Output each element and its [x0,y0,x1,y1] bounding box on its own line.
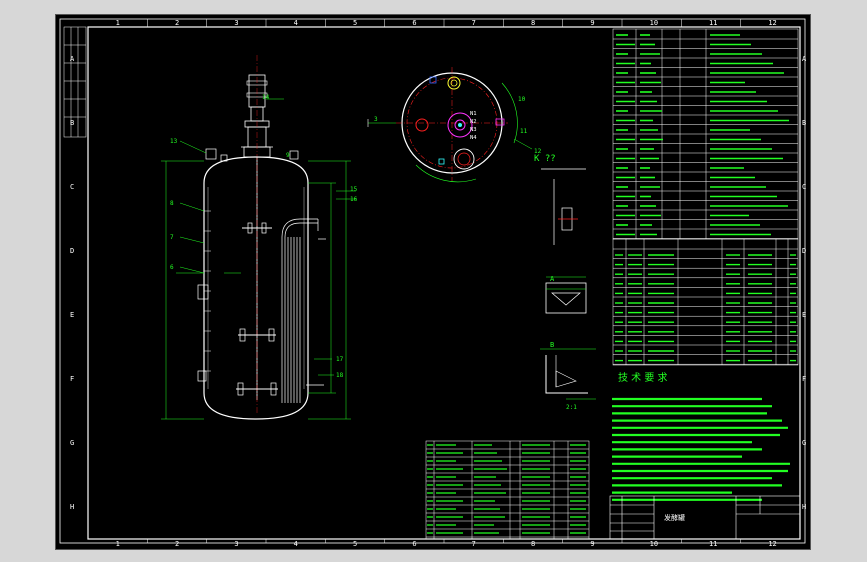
column-labels-bottom: 1 2 3 4 5 6 7 8 9 10 11 12 [116,539,777,548]
column-label: 3 [234,19,238,27]
callout-13: 13 [170,138,178,145]
column-label: 5 [353,540,357,548]
callout-7: 7 [170,234,174,241]
callout-n4: N4 [470,135,477,141]
callout-n3: N3 [470,127,477,133]
column-label: 1 [116,540,120,548]
column-label: 11 [709,19,717,27]
column-labels-top: 1 2 3 4 5 6 7 8 9 10 11 12 [116,19,777,27]
row-label: F [802,375,806,383]
drawing-title: 发酵罐 [664,513,685,522]
column-label: 6 [412,540,416,548]
column-label: 10 [650,19,658,27]
column-label: 2 [175,540,179,548]
title-block [609,495,801,540]
cad-viewport[interactable]: 1 2 3 4 5 6 7 8 9 10 11 12 1 2 3 4 5 6 7 8 9 10 11 12 ABCDEFGH… [55,14,811,550]
callout-n2: N2 [470,119,477,125]
column-label: 3 [234,540,238,548]
k-view-label: K ?? [534,154,556,164]
drawing-canvas: 1 2 3 4 5 6 7 8 9 10 11 12 1 2 3 4 5 6 7 8 9 10 11 12 ABCDEFGH… [59,18,807,548]
row-label: C [70,183,74,191]
column-label: 7 [472,19,476,27]
section-b-detail [540,348,596,400]
callout-17: 17 [336,356,344,363]
column-label: 8 [531,540,535,548]
k-view-detail [541,168,586,245]
column-label: 12 [768,540,776,548]
tech-requirements [612,397,790,501]
row-label: H [70,503,74,511]
callout-8: 8 [170,200,174,207]
left-title-strip [63,26,87,138]
column-label: 5 [353,19,357,27]
section-a-label: A [550,275,555,283]
row-label: E [70,311,74,319]
row-label: H [802,503,806,511]
callout-6: 6 [170,264,174,271]
column-label: 8 [531,19,535,27]
scale-label: 2:1 [566,404,577,411]
callout-3: 3 [374,116,378,123]
tech-heading: 技 术 要 求 [618,371,668,384]
callout-11: 11 [520,128,528,135]
column-label: 12 [768,19,776,27]
column-label: 2 [175,19,179,27]
row-label: G [70,439,74,447]
nozzle-table [612,238,799,366]
callout-16: 16 [350,196,358,203]
row-label: G [802,439,806,447]
column-label: 6 [412,19,416,27]
row-label: B [802,119,806,127]
callout-n1: N1 [470,111,477,117]
callout-9: 9 [286,152,290,159]
callout-14: 14 [262,94,270,101]
column-label: 11 [709,540,717,548]
row-label: D [70,247,74,255]
row-labels-right: A B C D E F G H [802,55,807,511]
column-label: 9 [590,19,594,27]
parts-list [425,440,590,540]
column-label: 9 [590,540,594,548]
callout-18: 18 [336,372,344,379]
vessel-top-view [367,67,533,183]
column-label: 4 [294,19,298,27]
row-label: A [802,55,807,63]
column-label: 4 [294,540,298,548]
row-label: B [70,119,74,127]
vessel-front-view [161,55,356,420]
design-data-table [612,28,799,240]
row-label: D [802,247,806,255]
callout-10: 10 [518,96,526,103]
column-label: 7 [472,540,476,548]
column-label: 1 [116,19,120,27]
section-b-label: B [550,341,554,349]
column-label: 10 [650,540,658,548]
row-label: F [70,375,74,383]
row-label: C [802,183,806,191]
callout-15: 15 [350,186,358,193]
row-label: E [802,311,806,319]
